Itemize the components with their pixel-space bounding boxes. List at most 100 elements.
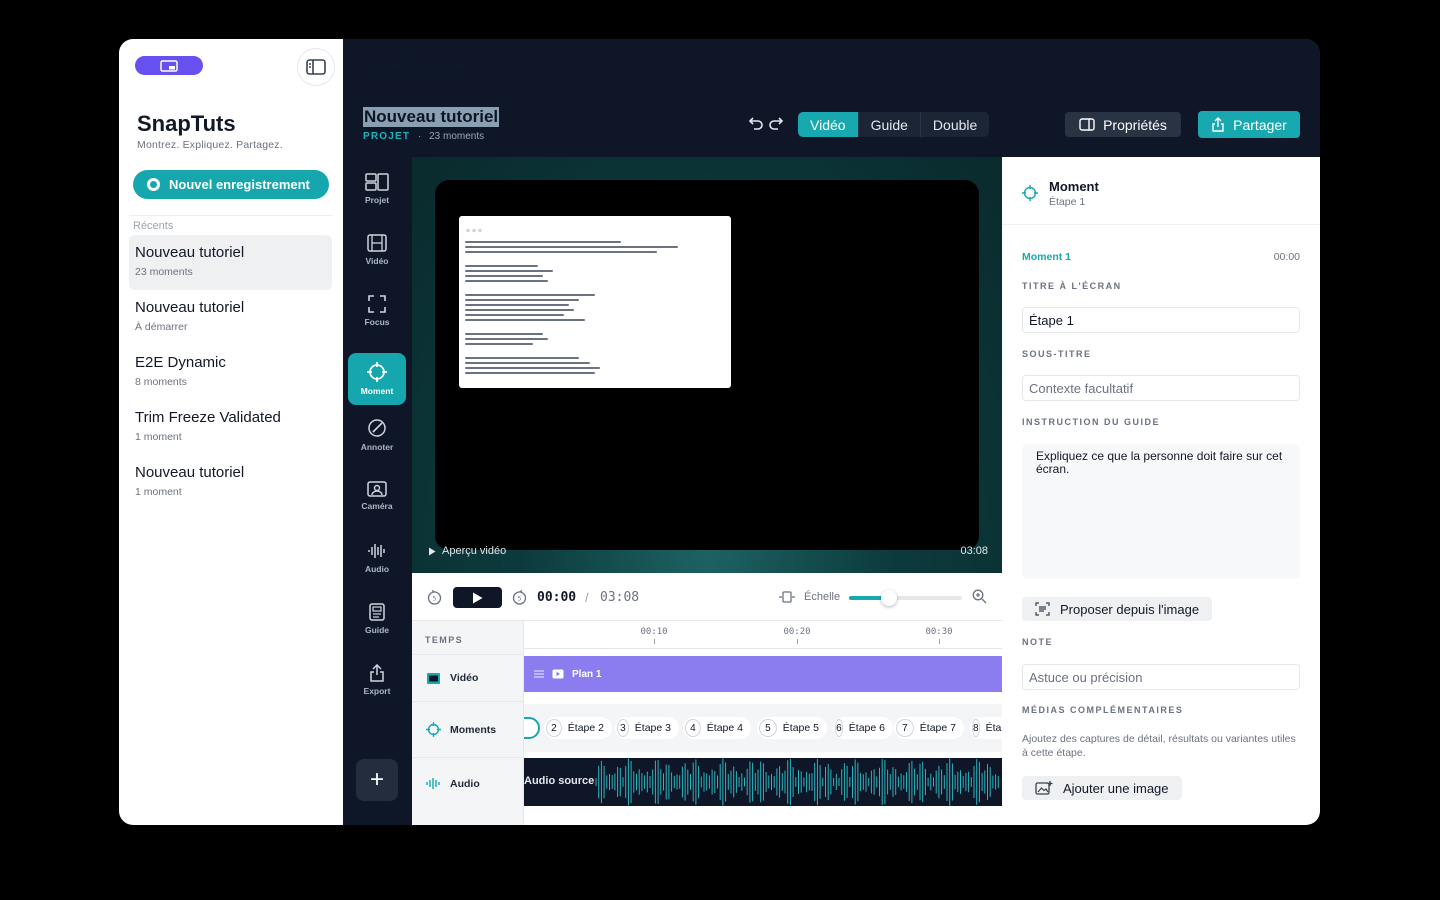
fit-width-icon[interactable] (778, 591, 796, 603)
time-ruler[interactable]: 00:10 00:20 00:30 (524, 621, 1002, 649)
tool-export[interactable]: Export (348, 654, 406, 706)
moment-name: Moment 1 (1022, 251, 1072, 263)
recent-project-subtitle: 1 moment (135, 431, 182, 443)
share-label: Partager (1233, 116, 1287, 133)
screen-title-input[interactable]: Étape 1 (1022, 307, 1300, 333)
sidebar-panel-icon (306, 59, 326, 75)
drag-handle-icon[interactable] (534, 670, 544, 678)
ruler-tick (797, 639, 798, 644)
crosshair-icon (367, 362, 387, 382)
tool-label: Moment (360, 386, 394, 396)
tool-guide[interactable]: Guide (348, 593, 406, 645)
add-image-button[interactable]: Ajouter une image (1022, 776, 1182, 800)
view-mode-guide[interactable]: Guide (857, 112, 920, 137)
editor-center: Aperçu vidéo 03:08 5 5 00:00 / 03:08 Éch… (412, 157, 1002, 825)
subtitle-input[interactable] (1022, 375, 1300, 401)
new-recording-button[interactable]: Nouvel enregistrement (133, 170, 329, 199)
subtitle-label: SOUS-TITRE (1022, 349, 1092, 359)
recent-project-subtitle: 8 moments (135, 376, 187, 388)
scale-slider[interactable] (849, 590, 962, 606)
crosshair-small-icon (426, 722, 441, 737)
recent-project-item[interactable]: E2E Dynamic 8 moments (129, 345, 332, 400)
rewind-icon[interactable]: 5 (427, 590, 442, 605)
tool-rail: Projet Vidéo Focus Moment Annoter Caméra… (343, 157, 412, 825)
view-mode-switch: Vidéo Guide Double (798, 112, 990, 137)
tool-label: Focus (364, 317, 390, 327)
moment-chip[interactable]: 6 Étape 6 (833, 717, 893, 739)
moment-label: Étape 2 (567, 722, 604, 734)
track-name: Vidéo (450, 672, 479, 684)
tool-label: Annoter (360, 442, 394, 452)
export-icon (370, 664, 384, 682)
tool-label: Audio (364, 564, 390, 574)
note-label: NOTE (1022, 637, 1054, 647)
record-icon (147, 178, 160, 191)
moment-number: 3 (617, 719, 629, 737)
brand-name: SnapTuts (137, 111, 236, 136)
tool-audio[interactable]: Audio (348, 532, 406, 584)
recent-project-item[interactable]: Trim Freeze Validated 1 moment (129, 400, 332, 455)
waveform-icon (368, 544, 385, 558)
moment-chip[interactable]: 5 Étape 5 (757, 717, 827, 739)
tool-focus[interactable]: Focus (348, 285, 406, 337)
tool-label: Guide (364, 625, 390, 635)
view-mode-double[interactable]: Double (919, 112, 989, 137)
track-label-moments: Moments (412, 701, 524, 757)
tool-project[interactable]: Projet (348, 163, 406, 215)
note-input[interactable] (1022, 664, 1300, 690)
share-button[interactable]: Partager (1198, 111, 1300, 138)
screen-icon (160, 59, 178, 72)
redo-icon[interactable] (768, 115, 784, 131)
project-title[interactable]: Nouveau tutoriel (363, 107, 500, 127)
recent-project-title: E2E Dynamic (135, 354, 226, 371)
moment-chip[interactable]: 3 Étape 3 (615, 717, 679, 739)
tool-camera[interactable]: Caméra (348, 470, 406, 522)
track-labels: TEMPS Vidéo Moments Audio (412, 621, 524, 825)
moment-label: Étape 3 (634, 722, 671, 734)
moment-chip[interactable]: 7 Étape 7 (894, 717, 964, 739)
video-clip[interactable]: Plan 1 (524, 656, 1002, 692)
film-strip-icon (427, 672, 440, 684)
video-clip-icon (552, 669, 564, 679)
forward-icon[interactable]: 5 (512, 590, 527, 605)
tool-annotate[interactable]: Annoter (348, 409, 406, 461)
moment-crosshair-icon (1022, 185, 1038, 201)
main-area: Nouveau tutoriel Nouveau tutoriel PROJET… (343, 39, 1320, 825)
preview-label: Aperçu vidéo (428, 545, 506, 557)
track-label-video: Vidéo (412, 654, 524, 701)
moment-chip[interactable]: 2 Étape 2 (544, 717, 612, 739)
plus-icon: + (369, 766, 384, 793)
add-button[interactable]: + (356, 759, 398, 801)
inspector-panel: Moment Étape 1 Moment 1 00:00 TITRE À L'… (1002, 157, 1320, 825)
properties-button[interactable]: Propriétés (1065, 112, 1181, 137)
instruction-textarea[interactable]: Expliquez ce que la personne doit faire … (1022, 444, 1300, 579)
audio-waveform (595, 758, 999, 806)
undo-icon[interactable] (748, 115, 764, 131)
recent-project-item[interactable]: Nouveau tutoriel 1 moment (129, 455, 332, 510)
sidebar-toggle-button[interactable] (297, 48, 335, 86)
ruler-tick-label: 00:30 (925, 627, 953, 637)
zoom-in-icon[interactable] (972, 589, 987, 604)
moment-chip[interactable]: 8 Étape 8 (970, 717, 1002, 739)
video-preview: Aperçu vidéo 03:08 (412, 157, 1002, 573)
tool-moment[interactable]: Moment (348, 353, 406, 405)
project-header: Nouveau tutoriel Nouveau tutoriel PROJET… (343, 39, 1320, 157)
preview-label-text: Aperçu vidéo (442, 545, 507, 557)
ruler-tick-label: 00:20 (783, 627, 811, 637)
propose-from-image-button[interactable]: Proposer depuis l'image (1022, 597, 1213, 621)
guide-doc-icon (369, 603, 385, 621)
audio-clip[interactable]: Audio source (524, 758, 1002, 806)
annotate-icon (368, 419, 386, 437)
screen-share-button[interactable] (135, 56, 203, 75)
moment-label: Étape 5 (782, 722, 819, 734)
scale-slider-handle[interactable] (880, 590, 897, 606)
moment-chip[interactable]: 4 Étape 4 (683, 717, 751, 739)
tool-video[interactable]: Vidéo (348, 224, 406, 276)
recent-project-item[interactable]: Nouveau tutoriel À démarrer (129, 290, 332, 345)
view-mode-video[interactable]: Vidéo (798, 112, 858, 137)
video-canvas[interactable] (435, 180, 979, 550)
recent-project-item[interactable]: Nouveau tutoriel 23 moments (129, 235, 332, 290)
play-button[interactable] (453, 587, 502, 608)
moment-chip-active[interactable] (524, 717, 540, 739)
recent-project-subtitle: 1 moment (135, 486, 182, 498)
